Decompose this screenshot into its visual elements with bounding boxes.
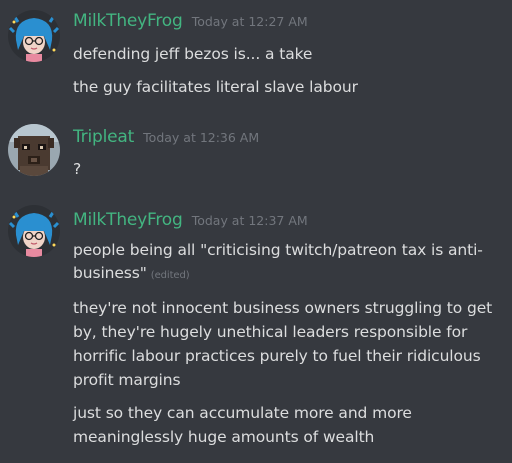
message-text: just so they can accumulate more and mor… xyxy=(73,404,412,422)
message-text: the guy facilitates literal slave labour xyxy=(73,78,358,96)
message-text: meaninglessly huge amounts of wealth xyxy=(73,428,375,446)
message-text: by, they're hugely unethical leaders res… xyxy=(73,323,468,341)
message-header: MilkTheyFrog Today at 12:37 AM xyxy=(73,210,308,230)
milktheyfrog-avatar-icon[interactable] xyxy=(8,205,60,257)
message-text: business" xyxy=(73,264,147,282)
message-text: profit margins xyxy=(73,371,181,389)
edited-label: (edited) xyxy=(150,270,190,281)
message-text: ? xyxy=(73,160,82,178)
timestamp[interactable]: Today at 12:37 AM xyxy=(192,213,308,228)
username[interactable]: MilkTheyFrog xyxy=(73,11,183,31)
message-text: they're not innocent business owners str… xyxy=(73,299,493,317)
message-header: MilkTheyFrog Today at 12:27 AM xyxy=(73,11,308,31)
timestamp[interactable]: Today at 12:36 AM xyxy=(143,130,259,145)
message-text: defending jeff bezos is... a take xyxy=(73,45,313,63)
timestamp[interactable]: Today at 12:27 AM xyxy=(192,14,308,29)
message-header: Tripleat Today at 12:36 AM xyxy=(73,127,259,147)
username[interactable]: MilkTheyFrog xyxy=(73,210,183,230)
tripleat-avatar-icon[interactable] xyxy=(8,124,60,176)
username[interactable]: Tripleat xyxy=(73,127,134,147)
message-text: horrific labour practices purely to fuel… xyxy=(73,347,481,365)
milktheyfrog-avatar-icon[interactable] xyxy=(8,10,60,62)
message-text-with-edited: business" (edited) xyxy=(73,261,503,288)
message-text: people being all "criticising twitch/pat… xyxy=(73,241,483,259)
